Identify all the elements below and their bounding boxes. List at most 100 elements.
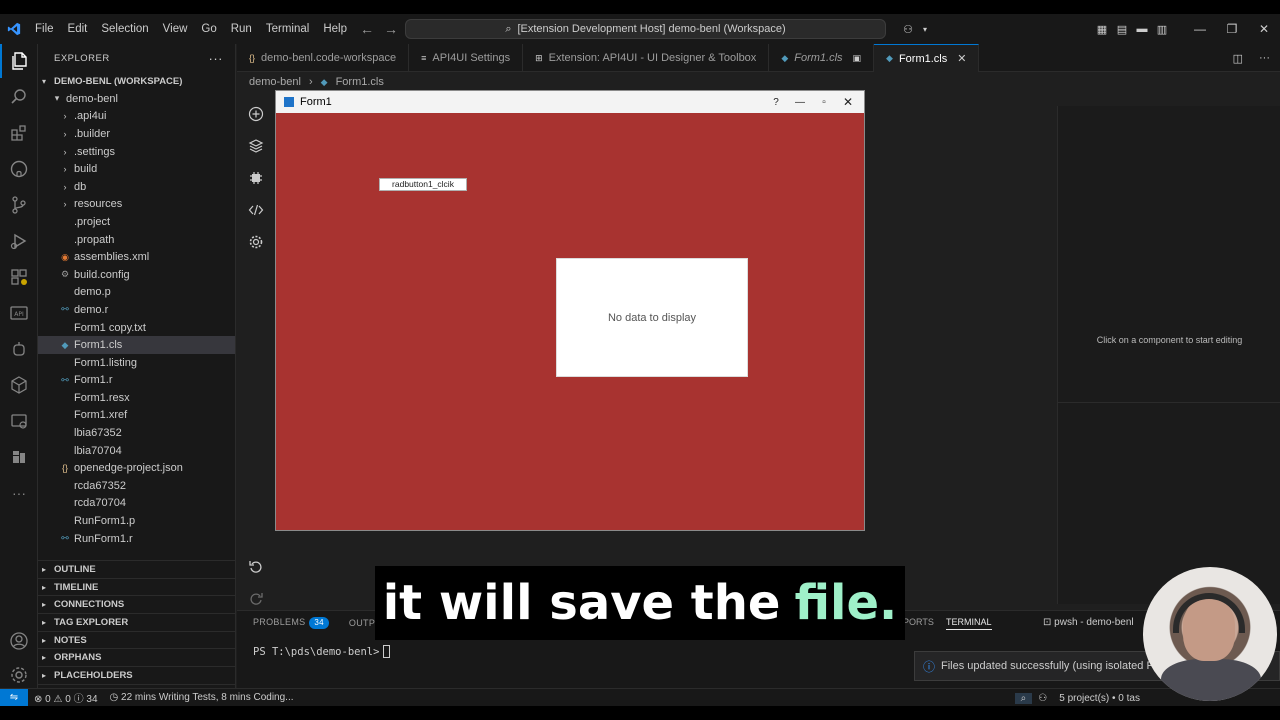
form-canvas[interactable]: radbutton1_clcik No data to display: [276, 113, 864, 530]
terminal-prompt[interactable]: PS T:\pds\demo-benl>: [253, 645, 391, 658]
tree-folder[interactable]: › .api4ui: [38, 108, 235, 126]
more-actions-icon[interactable]: ···: [1259, 52, 1270, 64]
chevron-down-icon[interactable]: ▾: [918, 25, 932, 34]
tree-file[interactable]: rcda67352: [38, 477, 235, 495]
tree-file[interactable]: lbia67352: [38, 424, 235, 442]
close-tab-icon[interactable]: ✕: [957, 52, 966, 65]
account-icon[interactable]: [0, 624, 38, 658]
close-window-icon[interactable]: ✕: [1248, 22, 1280, 36]
code-icon[interactable]: [241, 194, 271, 226]
customize-layout-icon[interactable]: ▦: [1092, 23, 1112, 36]
tree-file[interactable]: ◉ assemblies.xml: [38, 248, 235, 266]
menu-selection[interactable]: Selection: [94, 14, 155, 44]
more-actions-icon[interactable]: ···: [209, 51, 224, 66]
tree-file[interactable]: .project: [38, 213, 235, 231]
tree-folder[interactable]: › .settings: [38, 143, 235, 161]
section-placeholders[interactable]: ▸ PLACEHOLDERS: [38, 666, 236, 684]
tree-file[interactable]: {} openedge-project.json: [38, 459, 235, 477]
tab-problems[interactable]: PROBLEMS 34: [253, 617, 329, 629]
section-tag-explorer[interactable]: ▸ TAG EXPLORER: [38, 613, 236, 631]
tab-terminal[interactable]: TERMINAL: [946, 617, 992, 630]
tree-file[interactable]: ⚯ demo.r: [38, 301, 235, 319]
section-connections[interactable]: ▸ CONNECTIONS: [38, 595, 236, 613]
menu-run[interactable]: Run: [224, 14, 259, 44]
tree-folder[interactable]: › resources: [38, 196, 235, 214]
command-center[interactable]: ⌕ [Extension Development Host] demo-benl…: [405, 19, 886, 39]
form1-window[interactable]: Form1 ? — ▫ ✕ radbutton1_clcik No data t…: [275, 90, 865, 531]
add-component-icon[interactable]: [241, 98, 271, 130]
copilot-status-icon[interactable]: ⚇: [1032, 693, 1053, 704]
more-icon[interactable]: ···: [0, 476, 38, 510]
toggle-sidebar-icon[interactable]: ▤: [1112, 23, 1132, 36]
toggle-secondary-sidebar-icon[interactable]: ▥: [1152, 23, 1172, 36]
settings-gear-icon[interactable]: [0, 658, 38, 692]
tab-api4ui-settings[interactable]: ≡ API4UI Settings: [409, 44, 524, 72]
problems-status[interactable]: ⊗ 0 ⚠ 0 ⓘ 34: [28, 690, 104, 705]
close-icon[interactable]: ✕: [836, 95, 860, 109]
stack-icon[interactable]: [0, 440, 38, 474]
help-icon[interactable]: ?: [764, 97, 788, 108]
tab-extension-api4ui[interactable]: ⊞ Extension: API4UI - UI Designer & Tool…: [523, 44, 770, 72]
robot-icon[interactable]: [0, 332, 38, 366]
remote-indicator-icon[interactable]: ⇋: [0, 688, 28, 706]
tree-folder[interactable]: › db: [38, 178, 235, 196]
split-editor-icon[interactable]: ◫: [1233, 52, 1243, 65]
tab-ports[interactable]: PORTS: [903, 617, 934, 627]
tree-file[interactable]: ⚯ Form1.r: [38, 372, 235, 390]
undo-icon[interactable]: [241, 550, 271, 582]
run-debug-icon[interactable]: [0, 224, 38, 258]
section-orphans[interactable]: ▸ ORPHANS: [38, 648, 236, 666]
radbutton1[interactable]: radbutton1_clcik: [379, 178, 467, 191]
workspace-header[interactable]: ▾ DEMO-BENL (WORKSPACE): [38, 72, 235, 90]
tree-folder[interactable]: › .builder: [38, 125, 235, 143]
chip-icon[interactable]: [241, 162, 271, 194]
terminal-instance[interactable]: ⊡ pwsh - demo-benl: [1043, 617, 1134, 628]
package-icon[interactable]: [0, 368, 38, 402]
settings-gear-icon[interactable]: [241, 226, 271, 258]
tree-folder-root[interactable]: ▾ demo-benl: [38, 90, 235, 108]
tree-file[interactable]: rcda70704: [38, 495, 235, 513]
menu-edit[interactable]: Edit: [61, 14, 95, 44]
menu-terminal[interactable]: Terminal: [259, 14, 316, 44]
menu-help[interactable]: Help: [316, 14, 354, 44]
menu-view[interactable]: View: [156, 14, 195, 44]
breadcrumb-item[interactable]: Form1.cls: [336, 76, 384, 88]
zoom-icon[interactable]: ⌕: [1014, 692, 1033, 704]
tree-folder[interactable]: › build: [38, 160, 235, 178]
menu-file[interactable]: File: [28, 14, 61, 44]
tab-workspace[interactable]: {} demo-benl.code-workspace: [237, 44, 410, 72]
tree-file[interactable]: lbia70704: [38, 442, 235, 460]
restore-icon[interactable]: ❐: [1216, 22, 1248, 36]
source-control-icon[interactable]: [0, 188, 38, 222]
extensions-icon[interactable]: [0, 116, 38, 150]
tree-file[interactable]: ⚯ RunForm1.r: [38, 530, 235, 548]
tree-file[interactable]: ◆ Form1.cls: [38, 336, 235, 354]
back-arrow-icon[interactable]: ←: [360, 21, 374, 37]
database-icon[interactable]: [0, 404, 38, 438]
tree-file[interactable]: demo.p: [38, 284, 235, 302]
copilot-icon[interactable]: ⚇: [898, 23, 918, 36]
toggle-panel-icon[interactable]: ▬: [1132, 23, 1152, 35]
section-timeline[interactable]: ▸ TIMELINE: [38, 577, 236, 596]
tree-file[interactable]: ⚙ build.config: [38, 266, 235, 284]
tab-form1-cls-preview[interactable]: ◆ Form1.cls ▣: [769, 44, 875, 72]
tree-file[interactable]: RunForm1.p: [38, 512, 235, 530]
breadcrumb-item[interactable]: demo-benl: [249, 76, 301, 88]
forward-arrow-icon[interactable]: →: [384, 21, 398, 37]
tree-file[interactable]: Form1.listing: [38, 354, 235, 372]
tree-file[interactable]: .propath: [38, 231, 235, 249]
menu-go[interactable]: Go: [194, 14, 223, 44]
tree-file[interactable]: Form1.xref: [38, 407, 235, 425]
explorer-icon[interactable]: [0, 44, 38, 78]
api-icon[interactable]: API: [0, 296, 38, 330]
section-notes[interactable]: ▸ NOTES: [38, 630, 236, 649]
data-grid[interactable]: No data to display: [556, 258, 748, 377]
tab-form1-cls[interactable]: ◆ Form1.cls ✕: [874, 44, 980, 72]
minimize-icon[interactable]: —: [1184, 22, 1216, 36]
split-icon[interactable]: ▣: [853, 53, 862, 64]
tree-file[interactable]: Form1.resx: [38, 389, 235, 407]
section-outline[interactable]: ▸ OUTLINE: [38, 560, 236, 578]
github-icon[interactable]: [0, 152, 38, 186]
layers-icon[interactable]: [241, 130, 271, 162]
search-icon[interactable]: [0, 80, 38, 114]
